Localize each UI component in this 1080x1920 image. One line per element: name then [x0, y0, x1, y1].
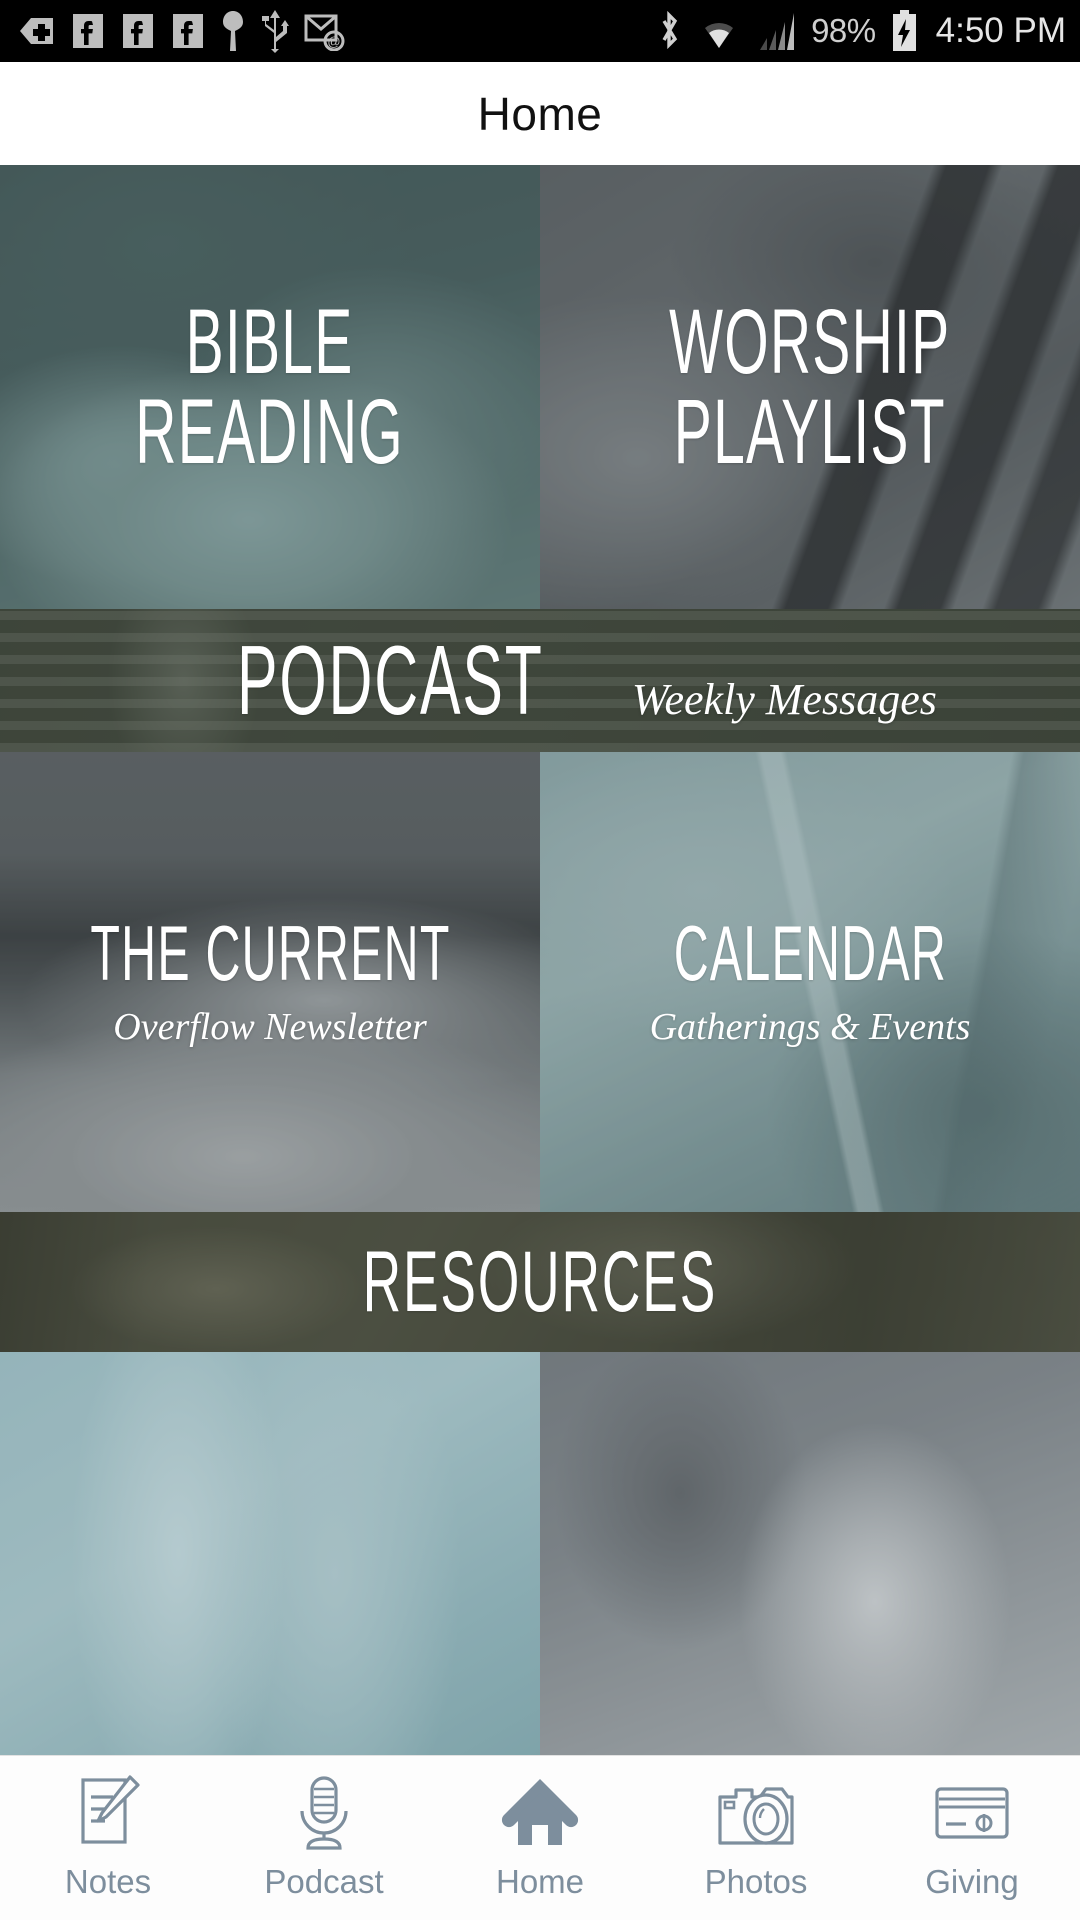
- status-bar-right-icons: 98% 4:50 PM: [656, 9, 1066, 53]
- tile-partial-right[interactable]: [540, 1352, 1080, 1755]
- tile-bible-reading-title-line1: BIBLE: [186, 290, 354, 393]
- tile-resources-title: RESOURCES: [362, 1233, 718, 1330]
- app-screen: @ 98% 4:50 PM Home BIBLE READING WORSHIP…: [0, 0, 1080, 1920]
- wifi-icon: [705, 22, 734, 48]
- tile-bible-reading-text: BIBLE READING: [43, 290, 496, 483]
- tile-bible-reading[interactable]: BIBLE READING: [0, 165, 540, 609]
- battery-charging-icon: [892, 10, 916, 51]
- status-bar-left-icons: @: [18, 9, 346, 53]
- microphone-icon: [288, 1775, 360, 1851]
- battery-percent-label: 98%: [811, 12, 876, 49]
- tile-row-2: THE CURRENT Overflow Newsletter CALENDAR…: [0, 752, 1080, 1212]
- nav-item-podcast-label: Podcast: [264, 1863, 384, 1900]
- tile-podcast[interactable]: PODCAST Weekly Messages: [0, 609, 1080, 752]
- tile-worship-playlist-title-line2: PLAYLIST: [673, 381, 947, 483]
- tile-row-partial: [0, 1352, 1080, 1755]
- key-icon: [223, 11, 243, 51]
- tile-worship-playlist[interactable]: WORSHIP PLAYLIST: [540, 165, 1080, 609]
- page-title-bar: Home: [0, 62, 1080, 165]
- tile-calendar-subtitle: Gatherings & Events: [649, 1006, 971, 1049]
- partial-left-tint: [0, 1352, 540, 1755]
- tile-bible-reading-title-line2: READING: [135, 381, 405, 483]
- usb-icon: [262, 10, 289, 53]
- tile-partial-left[interactable]: [0, 1352, 540, 1755]
- cell-signal-icon: [760, 13, 795, 50]
- clock-label: 4:50 PM: [935, 11, 1066, 50]
- facebook-icon: [123, 14, 153, 48]
- tile-resources-text: RESOURCES: [244, 1233, 836, 1330]
- nav-item-giving[interactable]: Giving: [864, 1756, 1080, 1920]
- nav-item-notes[interactable]: Notes: [0, 1756, 216, 1920]
- tile-the-current-subtitle: Overflow Newsletter: [113, 1006, 427, 1049]
- tile-the-current[interactable]: THE CURRENT Overflow Newsletter: [0, 752, 540, 1212]
- home-tile-grid: BIBLE READING WORSHIP PLAYLIST PODCAST W…: [0, 165, 1080, 1755]
- tile-worship-playlist-text: WORSHIP PLAYLIST: [573, 290, 1047, 483]
- facebook-icon: [73, 14, 103, 48]
- nav-item-giving-label: Giving: [925, 1863, 1019, 1900]
- tile-the-current-title: THE CURRENT: [89, 908, 451, 997]
- nav-item-notes-label: Notes: [64, 1863, 152, 1900]
- tile-calendar[interactable]: CALENDAR Gatherings & Events: [540, 752, 1080, 1212]
- camera-icon: [716, 1775, 796, 1851]
- tile-podcast-text: PODCAST Weekly Messages: [133, 625, 947, 736]
- tile-row-resources: RESOURCES: [0, 1212, 1080, 1352]
- tile-row-1: BIBLE READING WORSHIP PLAYLIST: [0, 165, 1080, 609]
- tile-worship-playlist-title-line1: WORSHIP: [669, 290, 951, 393]
- facebook-icon: [173, 14, 203, 48]
- tile-podcast-subtitle: Weekly Messages: [631, 675, 937, 725]
- nav-item-photos-label: Photos: [704, 1863, 808, 1900]
- credit-card-icon: [932, 1775, 1012, 1851]
- tile-podcast-title: PODCAST: [237, 625, 544, 736]
- tile-resources[interactable]: RESOURCES: [0, 1212, 1080, 1352]
- nav-item-home[interactable]: Home: [432, 1756, 648, 1920]
- tile-calendar-title: CALENDAR: [673, 908, 947, 997]
- nav-item-home-label: Home: [495, 1863, 585, 1900]
- back-plus-icon: [20, 18, 53, 44]
- status-bar: @ 98% 4:50 PM: [0, 0, 1080, 62]
- svg-text:@: @: [327, 34, 340, 49]
- tile-calendar-text: CALENDAR Gatherings & Events: [580, 908, 1041, 1049]
- nav-item-podcast[interactable]: Podcast: [216, 1756, 432, 1920]
- notepad-pencil-icon: [72, 1775, 144, 1851]
- tile-the-current-text: THE CURRENT Overflow Newsletter: [0, 908, 540, 1049]
- bluetooth-icon: [662, 10, 678, 50]
- nav-item-photos[interactable]: Photos: [648, 1756, 864, 1920]
- bottom-navigation-bar: Notes Podcast Home Photos Giving: [0, 1755, 1080, 1920]
- partial-right-tint: [540, 1352, 1080, 1755]
- house-icon: [500, 1775, 580, 1851]
- tile-row-podcast: PODCAST Weekly Messages: [0, 609, 1080, 752]
- page-title: Home: [477, 87, 603, 140]
- email-icon: @: [304, 14, 345, 51]
